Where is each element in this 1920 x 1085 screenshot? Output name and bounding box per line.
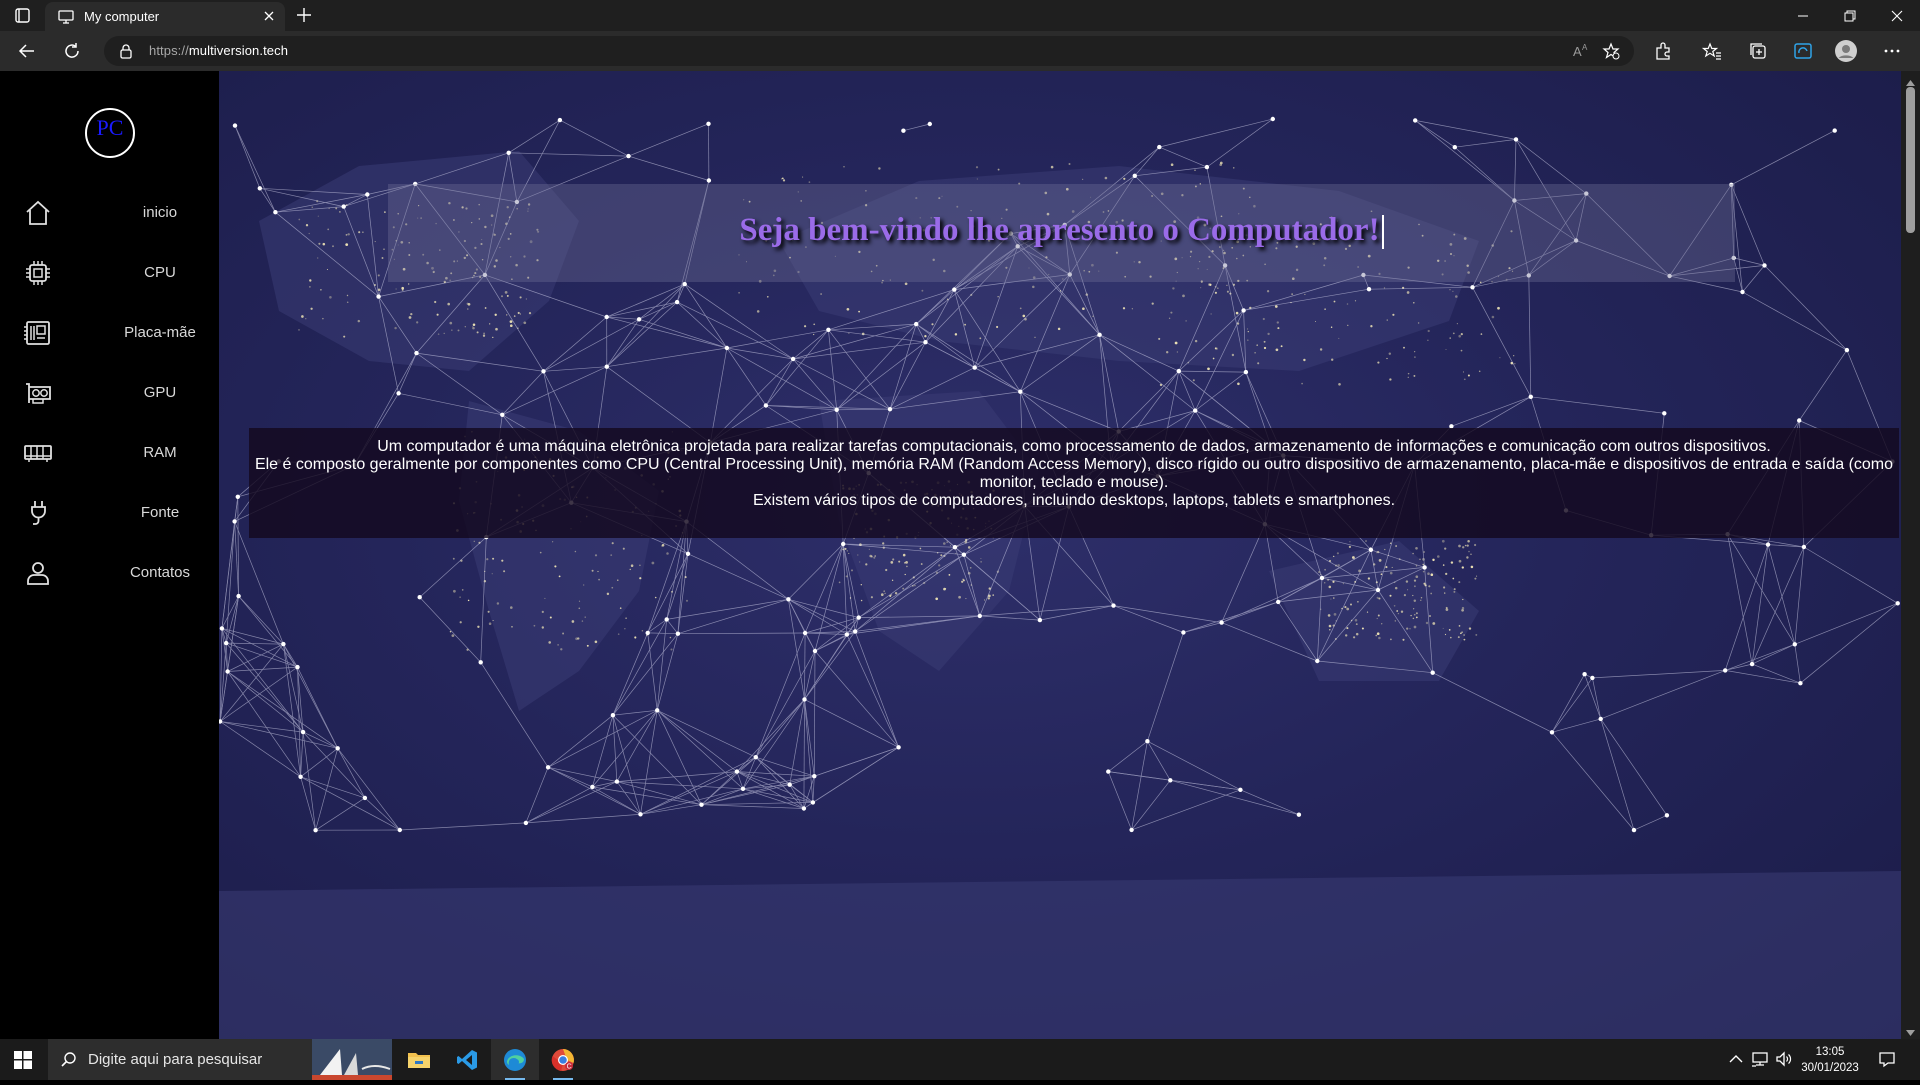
favorites-icon[interactable] <box>1700 39 1724 63</box>
sidebar-item-label: GPU <box>100 384 220 401</box>
sidebar-item-label: Placa-mãe <box>100 324 220 341</box>
url-protocol: https:// <box>149 43 189 58</box>
cpu-icon <box>23 259 53 287</box>
gpu-icon <box>23 379 53 407</box>
new-tab-icon[interactable] <box>294 5 314 25</box>
windows-start-icon[interactable] <box>0 1039 46 1080</box>
svg-text:A: A <box>1582 43 1588 52</box>
taskbar-clock[interactable]: 13:05 30/01/2023 <box>1790 1044 1870 1076</box>
search-icon <box>60 1051 78 1069</box>
sidebar-item-fonte[interactable]: Fonte <box>0 489 219 537</box>
lock-icon[interactable] <box>118 43 134 59</box>
address-bar[interactable]: https://multiversion.tech AA <box>104 36 1634 66</box>
scroll-up-icon[interactable] <box>1905 75 1916 85</box>
more-options-icon[interactable] <box>1880 39 1904 63</box>
pc-logo[interactable]: PC <box>85 108 135 158</box>
welcome-banner: Seja bem-vindo lhe apresento o Computado… <box>388 184 1735 282</box>
page-scrollbar[interactable] <box>1901 71 1920 1039</box>
intro-line-1: Um computador é uma máquina eletrônica p… <box>249 438 1899 456</box>
svg-text:A: A <box>1573 44 1582 59</box>
sidebar-item-contatos[interactable]: Contatos <box>0 549 219 597</box>
search-highlight-illustration <box>312 1039 392 1080</box>
extensions-icon[interactable] <box>1651 39 1675 63</box>
browser-toolbar: https://multiversion.tech AA <box>0 31 1920 71</box>
welcome-title: Seja bem-vindo lhe apresento o Computado… <box>388 212 1735 249</box>
sidebar-item-label: Contatos <box>100 564 220 581</box>
url-host: multiversion.tech <box>189 43 288 58</box>
search-placeholder: Digite aqui para pesquisar <box>88 1051 262 1068</box>
intro-line-2: Ele é composto geralmente por componente… <box>249 456 1899 492</box>
intro-panel: Um computador é uma máquina eletrônica p… <box>249 428 1899 538</box>
intro-line-3: Existem vários tipos de computadores, in… <box>249 492 1899 510</box>
sidebar-item-ram[interactable]: RAM <box>0 429 219 477</box>
read-aloud-icon[interactable]: AA <box>1572 42 1590 60</box>
chrome-canary-icon[interactable]: C <box>539 1039 587 1080</box>
close-window-icon[interactable] <box>1874 0 1920 31</box>
text-caret <box>1382 215 1384 249</box>
sidebar: PC inicio CPU Placa-mãe GPU <box>0 71 219 1039</box>
minimize-icon[interactable] <box>1780 0 1826 31</box>
browser-tab-bar: My computer <box>0 0 1920 31</box>
back-icon[interactable] <box>15 39 39 63</box>
tab-close-icon[interactable] <box>261 8 277 24</box>
notifications-icon[interactable] <box>1878 1050 1896 1068</box>
sidebar-item-cpu[interactable]: CPU <box>0 249 219 297</box>
monitor-icon <box>58 10 74 24</box>
page-viewport: PC inicio CPU Placa-mãe GPU <box>0 71 1920 1039</box>
sidebar-item-placa-mae[interactable]: Placa-mãe <box>0 309 219 357</box>
tab-title: My computer <box>84 9 159 24</box>
ram-icon <box>23 439 53 467</box>
sidebar-item-label: inicio <box>100 204 220 221</box>
scroll-down-icon[interactable] <box>1905 1025 1916 1035</box>
welcome-title-text: Seja bem-vindo lhe apresento o Computado… <box>739 212 1379 248</box>
restore-icon[interactable] <box>1827 0 1873 31</box>
windows-taskbar: Digite aqui para pesquisar C 13:05 30/01… <box>0 1039 1920 1080</box>
sidebar-item-label: Fonte <box>100 504 220 521</box>
sidebar-item-gpu[interactable]: GPU <box>0 369 219 417</box>
main-content: Seja bem-vindo lhe apresento o Computado… <box>219 71 1901 1039</box>
url-text[interactable]: https://multiversion.tech <box>149 43 288 58</box>
chevron-up-icon[interactable] <box>1727 1050 1745 1068</box>
taskbar-search-box[interactable]: Digite aqui para pesquisar <box>48 1039 392 1080</box>
collections-icon[interactable] <box>1746 39 1770 63</box>
edge-taskbar-icon[interactable] <box>491 1039 539 1080</box>
svg-text:C: C <box>567 1063 572 1070</box>
clock-time: 13:05 <box>1790 1044 1870 1060</box>
refresh-icon[interactable] <box>60 39 84 63</box>
motherboard-icon <box>23 319 53 347</box>
vscode-icon[interactable] <box>443 1039 491 1080</box>
browser-tab[interactable]: My computer <box>45 2 285 31</box>
sidebar-item-label: CPU <box>100 264 220 281</box>
sidebar-item-inicio[interactable]: inicio <box>0 189 219 237</box>
scroll-thumb[interactable] <box>1906 87 1915 233</box>
profile-avatar[interactable] <box>1834 39 1858 63</box>
home-icon <box>23 199 53 227</box>
logo-text: PC <box>87 115 133 141</box>
add-favorite-icon[interactable] <box>1602 42 1620 60</box>
file-explorer-icon[interactable] <box>395 1039 443 1080</box>
sidebar-item-label: RAM <box>100 444 220 461</box>
performance-icon[interactable] <box>1791 39 1815 63</box>
user-icon <box>23 559 53 587</box>
clock-date: 30/01/2023 <box>1790 1060 1870 1076</box>
network-icon[interactable] <box>1751 1050 1769 1068</box>
power-plug-icon <box>23 499 53 527</box>
tab-actions-icon[interactable] <box>10 6 36 26</box>
